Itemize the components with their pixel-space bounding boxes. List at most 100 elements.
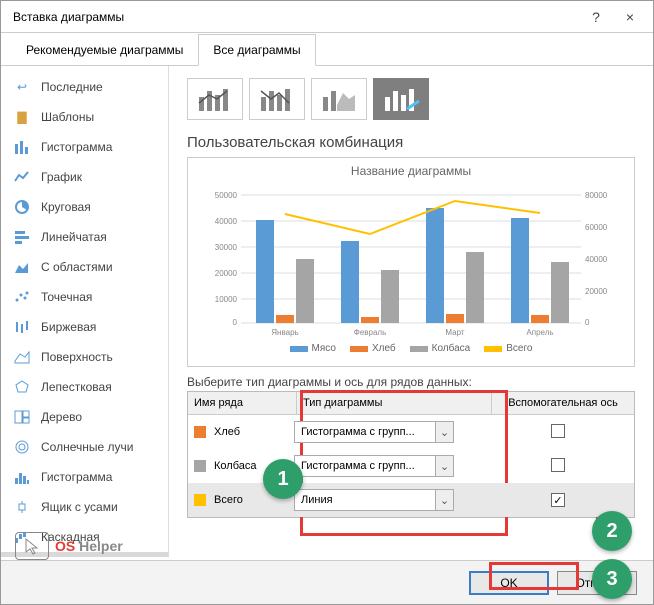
sidebar-item-label: Круговая	[41, 200, 91, 214]
help-button[interactable]: ?	[579, 3, 613, 31]
main-panel: Пользовательская комбинация Название диа…	[169, 66, 653, 557]
sidebar-item-treemap[interactable]: Дерево	[1, 402, 168, 432]
svg-text:30000: 30000	[215, 243, 238, 252]
sidebar-item-label: Шаблоны	[41, 110, 94, 124]
column-chart-icon	[13, 138, 31, 156]
secondary-axis-checkbox[interactable]	[551, 458, 565, 472]
sidebar-item-sunburst[interactable]: Солнечные лучи	[1, 432, 168, 462]
combo-subtypes	[187, 78, 635, 120]
pie-chart-icon	[13, 198, 31, 216]
series-name: Хлеб	[214, 426, 294, 438]
svg-text:Январь: Январь	[271, 328, 298, 337]
svg-text:0: 0	[585, 318, 590, 327]
cursor-icon	[15, 532, 49, 560]
sidebar-item-stock[interactable]: Биржевая	[1, 312, 168, 342]
box-whisker-icon	[13, 498, 31, 516]
series-row[interactable]: Колбаса Гистограмма с групп...⌄	[188, 449, 634, 483]
sidebar-item-pie[interactable]: Круговая	[1, 192, 168, 222]
area-chart-icon	[13, 258, 31, 276]
combo-subtype-1[interactable]	[187, 78, 243, 120]
sidebar-item-histogram[interactable]: Гистограмма	[1, 462, 168, 492]
ok-button[interactable]: OK	[469, 571, 549, 595]
sidebar-item-label: Поверхность	[41, 350, 113, 364]
series-color-swatch	[194, 460, 206, 472]
series-name: Колбаса	[214, 460, 294, 472]
sidebar-item-recent[interactable]: ↩Последние	[1, 72, 168, 102]
combo-subtype-3[interactable]	[311, 78, 367, 120]
window-title: Вставка диаграммы	[13, 10, 579, 24]
series-row[interactable]: Всего Линия⌄ ✓	[188, 483, 634, 517]
chevron-down-icon: ⌄	[435, 490, 453, 510]
sidebar-item-label: С областями	[41, 260, 113, 274]
close-button[interactable]: ×	[613, 3, 647, 31]
chart-title: Название диаграммы	[198, 164, 624, 178]
sidebar-item-label: Ящик с усами	[41, 500, 118, 514]
chart-preview: Название диаграммы 50000 40000 30000 200…	[187, 157, 635, 367]
svg-text:Апрель: Апрель	[526, 328, 553, 337]
sidebar-item-bar[interactable]: Линейчатая	[1, 222, 168, 252]
titlebar: Вставка диаграммы ? ×	[1, 1, 653, 33]
combo-subtype-2[interactable]	[249, 78, 305, 120]
surface-chart-icon	[13, 348, 31, 366]
series-type-combo[interactable]: Гистограмма с групп...⌄	[294, 455, 454, 477]
series-color-swatch	[194, 494, 206, 506]
series-name: Всего	[214, 494, 294, 506]
cancel-button[interactable]: Отмена	[557, 571, 637, 595]
svg-text:20000: 20000	[585, 287, 608, 296]
dialog-footer: OK Отмена	[1, 560, 653, 604]
chart-canvas: 50000 40000 30000 20000 10000 0 80000 60…	[198, 180, 624, 338]
secondary-axis-checkbox[interactable]	[551, 424, 565, 438]
tab-all[interactable]: Все диаграммы	[198, 34, 315, 66]
chart-legend: Мясо Хлеб Колбаса Всего	[198, 343, 624, 354]
series-row[interactable]: Хлеб Гистограмма с групп...⌄	[188, 415, 634, 449]
sidebar-item-column[interactable]: Гистограмма	[1, 132, 168, 162]
sidebar-item-radar[interactable]: Лепестковая	[1, 372, 168, 402]
sidebar-item-scatter[interactable]: Точечная	[1, 282, 168, 312]
tab-strip: Рекомендуемые диаграммы Все диаграммы	[1, 33, 653, 66]
svg-text:60000: 60000	[585, 223, 608, 232]
col-type-header: Тип диаграммы	[296, 392, 492, 414]
templates-icon: ▇	[13, 108, 31, 126]
chevron-down-icon: ⌄	[435, 422, 453, 442]
chart-type-sidebar: ↩Последние ▇ Шаблоны Гистограмма График К…	[1, 66, 169, 557]
svg-text:Февраль: Февраль	[354, 328, 387, 337]
svg-text:80000: 80000	[585, 191, 608, 200]
col-axis-header: Вспомогательная ось	[492, 392, 634, 414]
sidebar-item-surface[interactable]: Поверхность	[1, 342, 168, 372]
sidebar-item-templates[interactable]: ▇ Шаблоны	[1, 102, 168, 132]
sidebar-item-line[interactable]: График	[1, 162, 168, 192]
watermark-logo: OS Helper	[15, 532, 123, 560]
section-title: Пользовательская комбинация	[187, 134, 635, 151]
sidebar-item-area[interactable]: С областями	[1, 252, 168, 282]
series-grid-label: Выберите тип диаграммы и ось для рядов д…	[187, 375, 635, 389]
svg-text:40000: 40000	[585, 255, 608, 264]
line-chart-icon	[13, 168, 31, 186]
radar-chart-icon	[13, 378, 31, 396]
tab-recommended[interactable]: Рекомендуемые диаграммы	[11, 34, 198, 66]
series-type-combo[interactable]: Линия⌄	[294, 489, 454, 511]
sidebar-item-label: Гистограмма	[41, 140, 112, 154]
sidebar-item-label: Солнечные лучи	[41, 440, 133, 454]
bar-chart-icon	[13, 228, 31, 246]
sidebar-item-box[interactable]: Ящик с усами	[1, 492, 168, 522]
svg-text:10000: 10000	[215, 295, 238, 304]
col-name-header: Имя ряда	[188, 392, 296, 414]
secondary-axis-checkbox[interactable]: ✓	[551, 493, 565, 507]
combo-subtype-custom[interactable]	[373, 78, 429, 120]
treemap-icon	[13, 408, 31, 426]
sidebar-item-label: Последние	[41, 80, 103, 94]
svg-text:50000: 50000	[215, 191, 238, 200]
sidebar-item-label: Биржевая	[41, 320, 96, 334]
sidebar-item-label: Точечная	[41, 290, 92, 304]
chevron-down-icon: ⌄	[435, 456, 453, 476]
svg-text:20000: 20000	[215, 269, 238, 278]
sidebar-item-label: Гистограмма	[41, 470, 112, 484]
svg-text:40000: 40000	[215, 217, 238, 226]
svg-text:0: 0	[233, 318, 238, 327]
series-table: Имя ряда Тип диаграммы Вспомогательная о…	[187, 391, 635, 518]
sidebar-item-label: Линейчатая	[41, 230, 107, 244]
scatter-chart-icon	[13, 288, 31, 306]
histogram-icon	[13, 468, 31, 486]
series-type-combo[interactable]: Гистограмма с групп...⌄	[294, 421, 454, 443]
sidebar-item-label: График	[41, 170, 82, 184]
